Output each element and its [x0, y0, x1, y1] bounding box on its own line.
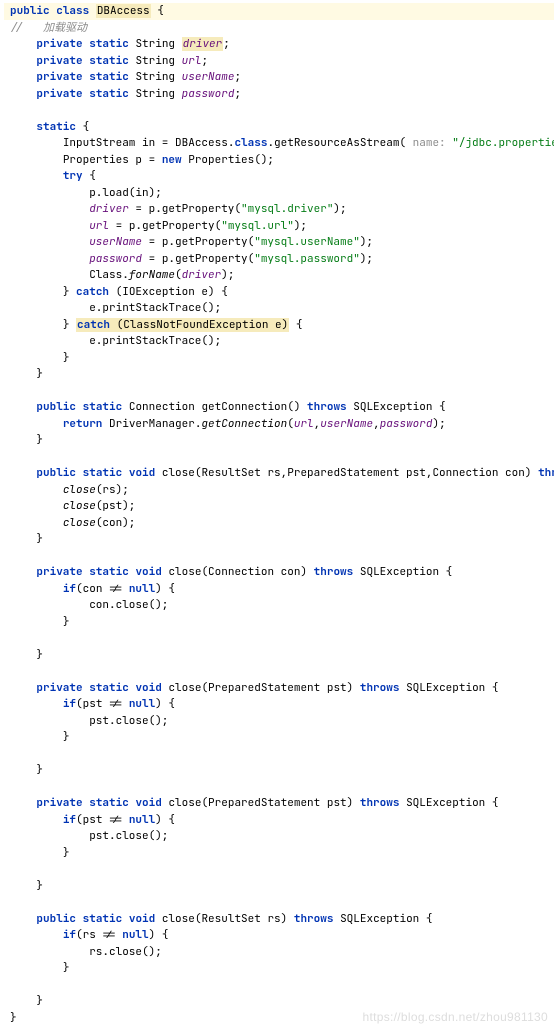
code-line[interactable]: }: [4, 845, 554, 862]
code-line[interactable]: }: [4, 432, 554, 449]
code-line[interactable]: public static Connection getConnection()…: [4, 399, 554, 416]
code-line[interactable]: [4, 861, 554, 878]
code-line[interactable]: }: [4, 647, 554, 664]
code-line[interactable]: }: [4, 531, 554, 548]
code-line[interactable]: }: [4, 614, 554, 631]
code-line[interactable]: return DriverManager.getConnection(url,u…: [4, 416, 554, 433]
code-line[interactable]: } catch (ClassNotFoundException e) {: [4, 317, 554, 334]
code-line[interactable]: [4, 449, 554, 466]
code-line[interactable]: }: [4, 993, 554, 1010]
code-line[interactable]: public static void close(ResultSet rs,Pr…: [4, 465, 554, 482]
code-line[interactable]: [4, 746, 554, 763]
code-line[interactable]: public class DBAccess {: [4, 3, 554, 20]
code-line[interactable]: }: [4, 960, 554, 977]
code-line[interactable]: [4, 663, 554, 680]
code-line[interactable]: [4, 630, 554, 647]
code-line[interactable]: [4, 102, 554, 119]
code-line[interactable]: }: [4, 729, 554, 746]
code-line[interactable]: try {: [4, 168, 554, 185]
code-line[interactable]: close(con);: [4, 515, 554, 532]
code-line[interactable]: }: [4, 878, 554, 895]
code-line[interactable]: close(rs);: [4, 482, 554, 499]
code-line[interactable]: if(rs != null) {: [4, 927, 554, 944]
code-line[interactable]: [4, 548, 554, 565]
code-line[interactable]: [4, 383, 554, 400]
code-line[interactable]: }: [4, 350, 554, 367]
code-line[interactable]: if(pst != null) {: [4, 812, 554, 829]
code-line[interactable]: Class.forName(driver);: [4, 267, 554, 284]
code-line[interactable]: private static String url;: [4, 53, 554, 70]
code-editor[interactable]: public class DBAccess { // 加载驱动 private …: [0, 0, 554, 1029]
code-line[interactable]: }: [4, 762, 554, 779]
code-line[interactable]: Properties p = new Properties();: [4, 152, 554, 169]
code-line[interactable]: con.close();: [4, 597, 554, 614]
code-line[interactable]: private static void close(PreparedStatem…: [4, 795, 554, 812]
code-line[interactable]: [4, 894, 554, 911]
code-line[interactable]: url = p.getProperty("mysql.url");: [4, 218, 554, 235]
code-line[interactable]: static {: [4, 119, 554, 136]
code-line[interactable]: private static String userName;: [4, 69, 554, 86]
code-line[interactable]: private static String driver;: [4, 36, 554, 53]
code-line[interactable]: pst.close();: [4, 713, 554, 730]
code-line[interactable]: InputStream in = DBAccess.class.getResou…: [4, 135, 554, 152]
code-line[interactable]: [4, 779, 554, 796]
code-line[interactable]: private static String password;: [4, 86, 554, 103]
code-line[interactable]: driver = p.getProperty("mysql.driver");: [4, 201, 554, 218]
code-line[interactable]: // 加载驱动: [4, 20, 554, 37]
code-line[interactable]: rs.close();: [4, 944, 554, 961]
code-line[interactable]: userName = p.getProperty("mysql.userName…: [4, 234, 554, 251]
code-line[interactable]: private static void close(PreparedStatem…: [4, 680, 554, 697]
code-line[interactable]: pst.close();: [4, 828, 554, 845]
code-line[interactable]: e.printStackTrace();: [4, 333, 554, 350]
watermark: https://blog.csdn.net/zhou981130: [362, 1009, 548, 1026]
code-line[interactable]: }: [4, 366, 554, 383]
code-line[interactable]: password = p.getProperty("mysql.password…: [4, 251, 554, 268]
code-line[interactable]: private static void close(Connection con…: [4, 564, 554, 581]
code-line[interactable]: p.load(in);: [4, 185, 554, 202]
code-line[interactable]: close(pst);: [4, 498, 554, 515]
code-line[interactable]: if(pst != null) {: [4, 696, 554, 713]
code-line[interactable]: } catch (IOException e) {: [4, 284, 554, 301]
code-line[interactable]: e.printStackTrace();: [4, 300, 554, 317]
code-line[interactable]: [4, 977, 554, 994]
code-line[interactable]: if(con != null) {: [4, 581, 554, 598]
